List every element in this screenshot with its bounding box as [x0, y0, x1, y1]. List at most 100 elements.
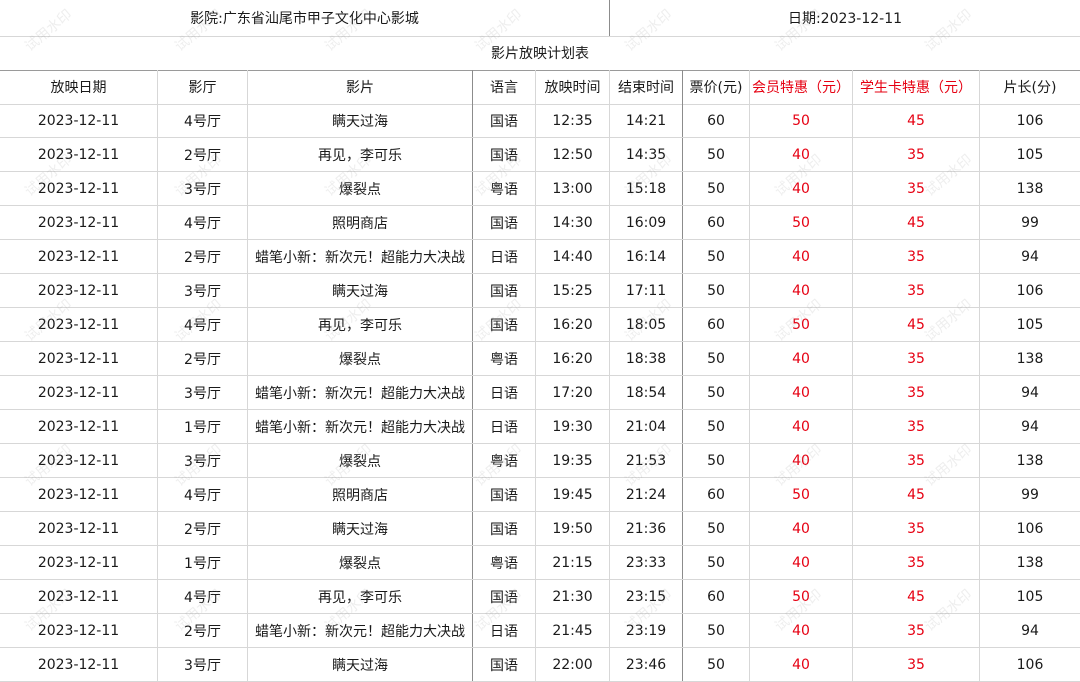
cell-film: 爆裂点 [248, 546, 473, 580]
cell-duration: 94 [1021, 623, 1039, 639]
cell-hall: 3号厅 [158, 172, 248, 206]
cell-student-price: 35 [853, 444, 980, 478]
cell-film: 瞒天过海 [248, 648, 473, 682]
table-row: 2023-12-11 2号厅 蜡笔小新：新次元！超能力大决战 日语 14:40 16:14… [0, 240, 1080, 274]
cell-film: 蜡笔小新：新次元！超能力大决战 [248, 376, 473, 410]
col-header-price: 票价(元) [683, 70, 750, 104]
cell-student-price: 35 [853, 342, 980, 376]
cell-duration: 138 [1016, 555, 1044, 571]
cell-date: 2023-12-11 [0, 478, 158, 512]
cell-language: 国语 [473, 104, 536, 138]
cell-duration: 106 [1016, 113, 1044, 129]
col-header-hall: 影厅 [158, 70, 248, 104]
table-row: 2023-12-11 2号厅 瞒天过海 国语 19:50 21:36 50 40 35 106 [0, 512, 1080, 546]
cell-language: 国语 [473, 308, 536, 342]
cell-hall: 2号厅 [158, 512, 248, 546]
cell-film: 照明商店 [248, 478, 473, 512]
cell-member-price: 50 [750, 104, 853, 138]
cell-hall: 1号厅 [158, 410, 248, 444]
cell-hall: 3号厅 [158, 648, 248, 682]
cell-price: 60 [683, 206, 750, 240]
cell-language: 国语 [473, 138, 536, 172]
cell-hall: 2号厅 [158, 138, 248, 172]
cell-language: 国语 [473, 274, 536, 308]
cell-language: 粤语 [473, 444, 536, 478]
cell-price: 50 [683, 274, 750, 308]
cell-hall: 1号厅 [158, 546, 248, 580]
cell-hall: 4号厅 [158, 308, 248, 342]
cell-language: 日语 [473, 376, 536, 410]
cell-price: 60 [683, 308, 750, 342]
title-row: 影片放映计划表 [0, 36, 1080, 70]
schedule-sheet: 影院:广东省汕尾市甲子文化中心影城 日期:2023-12-11 影片放映计划表 … [0, 0, 1080, 682]
cell-film: 爆裂点 [248, 444, 473, 478]
cell-date: 2023-12-11 [0, 546, 158, 580]
schedule-date: 日期:2023-12-11 [787, 11, 903, 27]
col-header-duration: 片长(分) [1003, 80, 1057, 96]
cell-end-time: 14:21 [610, 104, 683, 138]
cell-member-price: 40 [750, 274, 853, 308]
cell-film: 照明商店 [248, 206, 473, 240]
cell-student-price: 45 [853, 104, 980, 138]
cell-end-time: 18:05 [610, 308, 683, 342]
cell-date: 2023-12-11 [0, 206, 158, 240]
cell-start-time: 19:35 [536, 444, 610, 478]
cell-member-price: 50 [750, 580, 853, 614]
cell-hall: 4号厅 [158, 580, 248, 614]
cell-hall: 3号厅 [158, 376, 248, 410]
cell-member-price: 40 [750, 342, 853, 376]
cell-film: 再见，李可乐 [248, 308, 473, 342]
cell-start-time: 16:20 [536, 342, 610, 376]
header-row: 影院:广东省汕尾市甲子文化中心影城 日期:2023-12-11 [0, 0, 1080, 36]
cell-date: 2023-12-11 [0, 648, 158, 682]
cell-price: 50 [683, 138, 750, 172]
cell-start-time: 15:25 [536, 274, 610, 308]
cell-date: 2023-12-11 [0, 172, 158, 206]
cell-member-price: 50 [750, 478, 853, 512]
cell-price: 50 [683, 410, 750, 444]
cell-end-time: 21:36 [610, 512, 683, 546]
cell-film: 爆裂点 [248, 172, 473, 206]
cell-date: 2023-12-11 [0, 138, 158, 172]
cell-duration: 94 [1021, 385, 1039, 401]
table-row: 2023-12-11 2号厅 蜡笔小新：新次元！超能力大决战 日语 21:45 23:19… [0, 614, 1080, 648]
table-row: 2023-12-11 4号厅 再见，李可乐 国语 21:30 23:15 60 50 45 105 [0, 580, 1080, 614]
table-row: 2023-12-11 3号厅 蜡笔小新：新次元！超能力大决战 日语 17:20 18:54… [0, 376, 1080, 410]
cell-student-price: 35 [853, 172, 980, 206]
cell-hall: 3号厅 [158, 444, 248, 478]
table-row: 2023-12-11 4号厅 照明商店 国语 19:45 21:24 60 50 45 99 [0, 478, 1080, 512]
cell-duration: 105 [1016, 589, 1044, 605]
cell-end-time: 21:04 [610, 410, 683, 444]
cell-student-price: 45 [853, 478, 980, 512]
cell-start-time: 13:00 [536, 172, 610, 206]
cell-language: 粤语 [473, 546, 536, 580]
cell-date: 2023-12-11 [0, 512, 158, 546]
cell-duration: 99 [1021, 215, 1039, 231]
cell-price: 60 [683, 104, 750, 138]
cell-student-price: 35 [853, 410, 980, 444]
cell-member-price: 40 [750, 410, 853, 444]
cell-start-time: 17:20 [536, 376, 610, 410]
cell-student-price: 35 [853, 138, 980, 172]
cell-duration: 94 [1021, 249, 1039, 265]
cell-film: 蜡笔小新：新次元！超能力大决战 [248, 410, 473, 444]
cell-student-price: 35 [853, 546, 980, 580]
cell-duration: 138 [1016, 351, 1044, 367]
cell-end-time: 23:46 [610, 648, 683, 682]
cell-price: 60 [683, 478, 750, 512]
col-header-film: 影片 [248, 70, 473, 104]
cell-hall: 3号厅 [158, 274, 248, 308]
cell-date: 2023-12-11 [0, 104, 158, 138]
cell-date: 2023-12-11 [0, 308, 158, 342]
col-header-student-price: 学生卡特惠（元） [853, 70, 980, 104]
cell-language: 国语 [473, 580, 536, 614]
cell-price: 50 [683, 376, 750, 410]
cell-language: 日语 [473, 410, 536, 444]
cell-member-price: 40 [750, 240, 853, 274]
cell-duration: 106 [1016, 521, 1044, 537]
cell-film: 瞒天过海 [248, 512, 473, 546]
cell-end-time: 23:19 [610, 614, 683, 648]
cell-hall: 2号厅 [158, 240, 248, 274]
cell-date: 2023-12-11 [0, 376, 158, 410]
col-header-start-time: 放映时间 [536, 70, 610, 104]
